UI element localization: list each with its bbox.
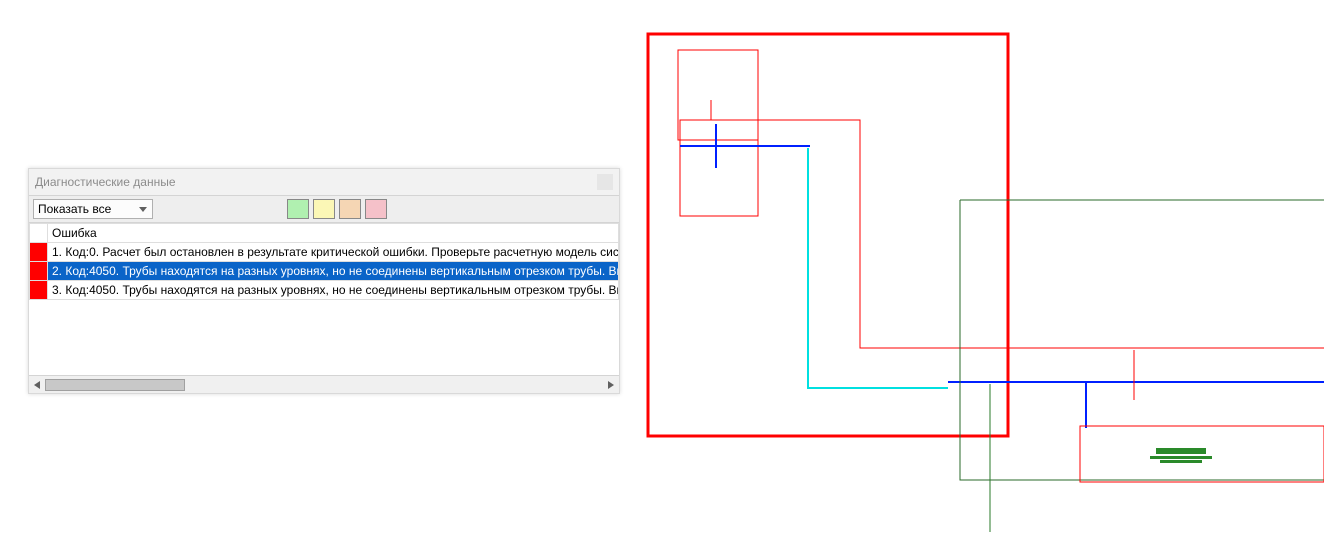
scroll-track[interactable] [45,377,603,393]
error-icon [30,262,48,281]
scroll-right-button[interactable] [603,377,619,393]
chevron-down-icon [136,202,150,216]
error-text: 1. Код:0. Расчет был остановлен в резуль… [48,243,619,262]
swatch-yellow[interactable] [313,199,335,219]
panel-title: Диагностические данные [35,175,597,189]
error-icon [30,243,48,262]
table-row[interactable]: 2. Код:4050. Трубы находятся на разных у… [30,262,619,281]
selection-rect [648,34,1008,436]
table-header-row: Ошибка [30,224,619,243]
table-row[interactable]: 1. Код:0. Расчет был остановлен в резуль… [30,243,619,262]
equipment-label [1150,448,1212,463]
error-text: 2. Код:4050. Трубы находятся на разных у… [48,262,619,281]
diagnostic-panel: Диагностические данные × Показать все Ош… [28,168,620,394]
swatch-pink[interactable] [365,199,387,219]
severity-swatches [287,199,387,219]
error-text: 3. Код:4050. Трубы находятся на разных у… [48,281,619,300]
pipe-red-main [711,100,1324,348]
diagnostic-table: Ошибка 1. Код:0. Расчет был остановлен в… [29,223,619,300]
swatch-green[interactable] [287,199,309,219]
pipe-green-box-left [960,200,1324,480]
panel-titlebar[interactable]: Диагностические данные × [29,169,619,195]
pipe-rect-small-1 [678,50,758,140]
equipment-box [1080,426,1324,482]
table-row[interactable]: 3. Код:4050. Трубы находятся на разных у… [30,281,619,300]
filter-select-label: Показать все [38,202,111,216]
close-button[interactable]: × [597,174,613,190]
scroll-left-button[interactable] [29,377,45,393]
diagnostic-table-wrap: Ошибка 1. Код:0. Расчет был остановлен в… [29,223,619,375]
header-error-column[interactable]: Ошибка [48,224,619,243]
header-icon-column [30,224,48,243]
filter-select[interactable]: Показать все [33,199,153,219]
horizontal-scrollbar[interactable] [29,375,619,393]
scroll-thumb[interactable] [45,379,185,391]
pipe-cyan [808,148,948,388]
error-icon [30,281,48,300]
panel-toolbar: Показать все [29,195,619,223]
swatch-orange[interactable] [339,199,361,219]
pipe-rect-small-2 [680,120,758,216]
